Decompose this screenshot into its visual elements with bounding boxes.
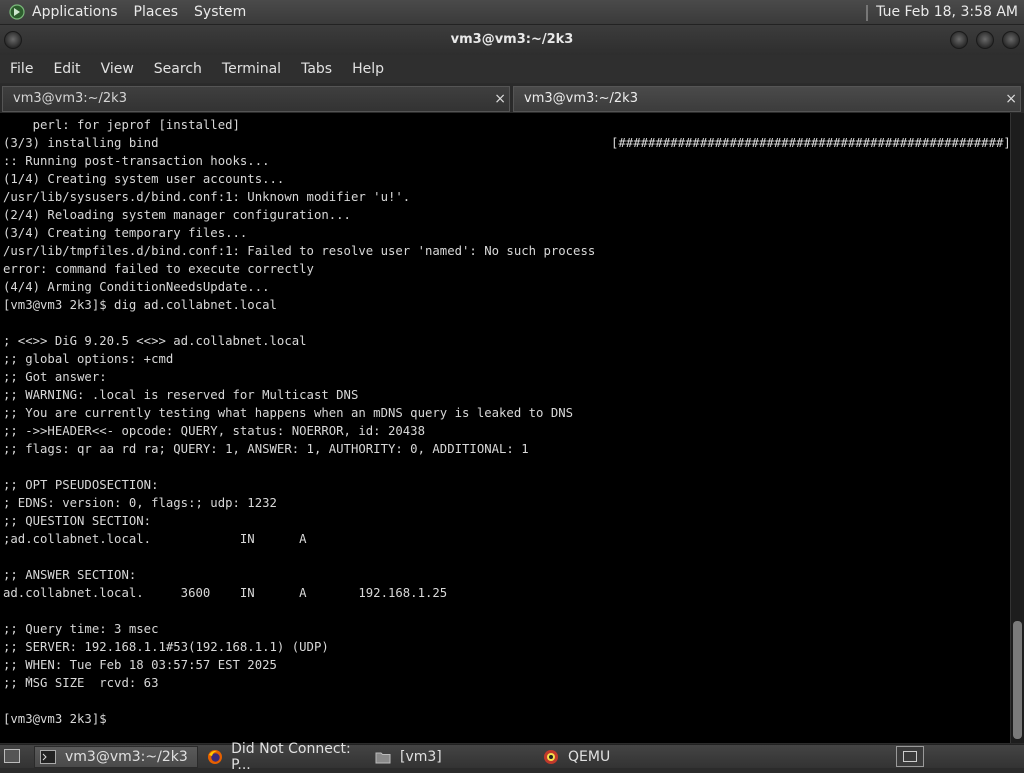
distro-logo-icon[interactable] [8,3,26,21]
terminal-line: ;; ANSWER SECTION: [3,568,137,582]
tab-terminal-1[interactable]: vm3@vm3:~/2k3 × [2,86,510,112]
close-button[interactable] [1002,31,1020,49]
terminal-line: error: command failed to execute correct… [3,262,314,276]
window-titlebar[interactable]: vm3@vm3:~/2k3 [0,25,1024,55]
terminal-line: ;; SERVER: 192.168.1.1#53(192.168.1.1) (… [3,640,329,654]
task-qemu[interactable]: QEMU [538,746,706,768]
terminal-line: ad.collabnet.local. 3600 IN A 192.168.1.… [3,586,448,600]
applications-menu[interactable]: Applications [32,4,118,20]
terminal-line: ;; ->>HEADER<<- opcode: QUERY, status: N… [3,424,425,438]
scrollbar-thumb[interactable] [1013,621,1022,739]
terminal-line: [vm3@vm3 2k3]$ dig ad.collabnet.local [3,298,277,312]
terminal-line: (2/4) Reloading system manager configura… [3,208,351,222]
terminal-line: :: Running post-transaction hooks... [3,154,270,168]
terminal-line: ; <<>> DiG 9.20.5 <<>> ad.collabnet.loca… [3,334,307,348]
task-label: QEMU [568,749,611,765]
qemu-icon [542,749,560,765]
terminal-scrollbar[interactable] [1010,113,1024,743]
bottom-taskbar: vm3@vm3:~/2k3 Did Not Connect: P... [vm3… [0,741,1024,773]
tab-label: vm3@vm3:~/2k3 [13,91,127,106]
menu-search[interactable]: Search [144,61,212,77]
maximize-button[interactable] [976,31,994,49]
task-firefox[interactable]: Did Not Connect: P... [202,741,368,773]
clock-text: Tue Feb 18, 3:58 AM [876,4,1018,20]
terminal-line: ;ad.collabnet.local. IN A [3,532,307,546]
terminal-line: ;; OPT PSEUDOSECTION: [3,478,159,492]
show-desktop-icon[interactable] [4,749,20,763]
system-menu[interactable]: System [194,4,246,20]
terminal-line: ; EDNS: version: 0, flags:; udp: 1232 [3,496,277,510]
task-file-manager[interactable]: [vm3] [370,746,536,768]
top-panel: Applications Places System Tue Feb 18, 3… [0,0,1024,25]
menubar: File Edit View Search Terminal Tabs Help [0,55,1024,83]
panel-separator [866,4,869,21]
tab-terminal-2[interactable]: vm3@vm3:~/2k3 × [513,86,1021,112]
terminal-line: perl: for jeprof [installed] [3,118,240,132]
menu-view[interactable]: View [91,61,144,77]
terminal-line: (4/4) Arming ConditionNeedsUpdate... [3,280,270,294]
terminal-icon [39,749,57,765]
terminal-line: ;; WHEN: Tue Feb 18 03:57:57 EST 2025 [3,658,277,672]
workspace-icon [903,751,917,762]
install-progress: [#######################################… [611,136,1010,150]
terminal-output[interactable]: perl: for jeprof [installed] (3/3) instal… [0,113,1010,743]
places-menu[interactable]: Places [134,4,179,20]
menu-tabs[interactable]: Tabs [291,61,342,77]
task-label: [vm3] [400,749,442,765]
text-cursor-icon [28,676,30,686]
tab-label: vm3@vm3:~/2k3 [524,91,638,106]
terminal-line: ;; MSG SIZE rcvd: 63 [3,676,159,690]
minimize-button[interactable] [950,31,968,49]
menu-edit[interactable]: Edit [43,61,90,77]
folder-icon [374,749,392,765]
terminal-line: (3/3) installing bind [3,136,159,150]
workspace-switcher[interactable] [896,746,924,767]
terminal-line: (1/4) Creating system user accounts... [3,172,285,186]
task-label: vm3@vm3:~/2k3 [65,749,188,765]
terminal-line: ;; You are currently testing what happen… [3,406,574,420]
window-title: vm3@vm3:~/2k3 [450,32,574,47]
clock[interactable]: Tue Feb 18, 3:58 AM [866,0,1018,25]
terminal-line: ;; QUESTION SECTION: [3,514,152,528]
terminal-line: ;; Query time: 3 msec [3,622,159,636]
tab-close-icon[interactable]: × [1005,87,1017,111]
tab-close-icon[interactable]: × [494,87,506,111]
menu-terminal[interactable]: Terminal [212,61,291,77]
task-label: Did Not Connect: P... [231,741,351,773]
tab-bar: vm3@vm3:~/2k3 × vm3@vm3:~/2k3 × [0,84,1024,113]
menu-help[interactable]: Help [342,61,394,77]
terminal-text: perl: for jeprof [installed] (3/3) instal… [3,116,595,728]
terminal-line: /usr/lib/tmpfiles.d/bind.conf:1: Failed … [3,244,596,258]
terminal-line: ;; global options: +cmd [3,352,174,366]
menu-file[interactable]: File [0,61,43,77]
terminal-line: (3/4) Creating temporary files... [3,226,248,240]
terminal-line: [vm3@vm3 2k3]$ [3,712,107,726]
terminal-line: /usr/lib/sysusers.d/bind.conf:1: Unknown… [3,190,411,204]
terminal-line: ;; Got answer: [3,370,107,384]
task-terminal[interactable]: vm3@vm3:~/2k3 [34,746,198,768]
firefox-icon [206,749,223,765]
terminal-line: ;; flags: qr aa rd ra; QUERY: 1, ANSWER:… [3,442,529,456]
terminal-line: ;; WARNING: .local is reserved for Multi… [3,388,359,402]
